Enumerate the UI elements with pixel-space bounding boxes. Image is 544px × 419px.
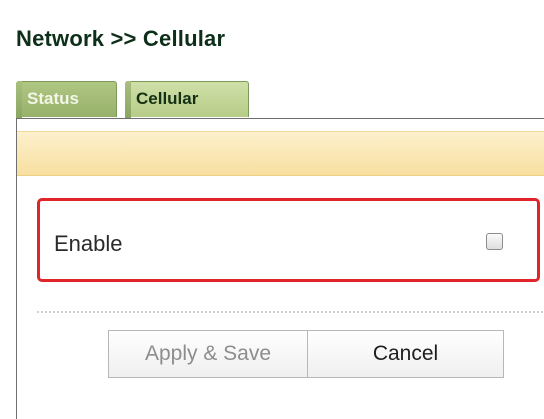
cancel-button[interactable]: Cancel bbox=[307, 330, 504, 378]
enable-checkbox[interactable] bbox=[486, 233, 503, 250]
content-panel: Enable Apply & Save Cancel bbox=[16, 118, 544, 419]
section-header-banner bbox=[17, 131, 544, 176]
tab-status[interactable]: Status bbox=[16, 81, 117, 118]
enable-label: Enable bbox=[54, 231, 123, 256]
enable-row-highlight: Enable bbox=[37, 198, 540, 282]
dotted-divider bbox=[37, 311, 544, 313]
apply-save-button[interactable]: Apply & Save bbox=[108, 330, 308, 378]
tab-cellular[interactable]: Cellular bbox=[125, 81, 249, 118]
page-title: Network >> Cellular bbox=[16, 26, 226, 51]
page: Network >> Cellular Status Cellular Enab… bbox=[0, 0, 544, 419]
